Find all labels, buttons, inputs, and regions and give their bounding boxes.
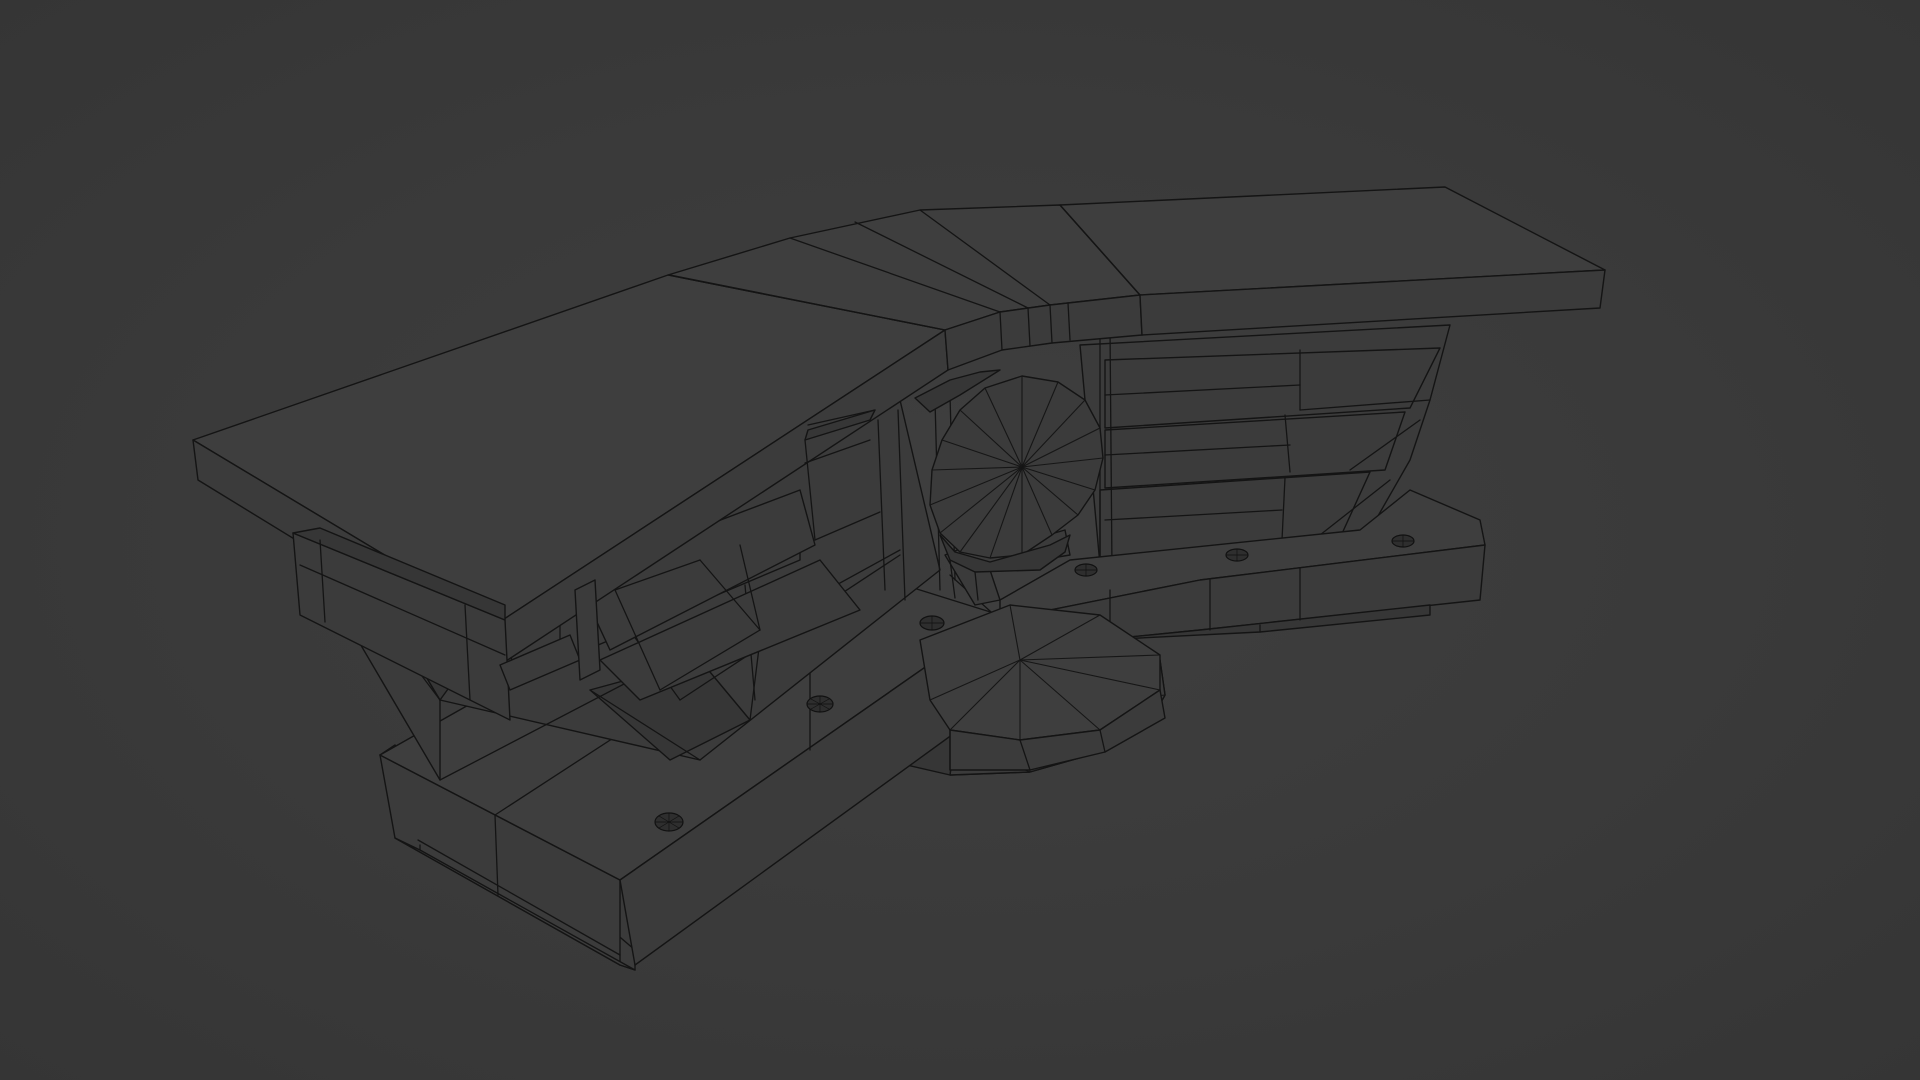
bolt-icon [654, 812, 684, 832]
3d-viewport[interactable] [0, 0, 1920, 1080]
bolt-icon [1391, 534, 1415, 548]
wireframe-model [192, 186, 1606, 971]
bolt-icon [1225, 548, 1249, 562]
bolt-icon [806, 695, 834, 713]
bolt-icon [1074, 563, 1098, 577]
bolt-icon [919, 615, 945, 631]
